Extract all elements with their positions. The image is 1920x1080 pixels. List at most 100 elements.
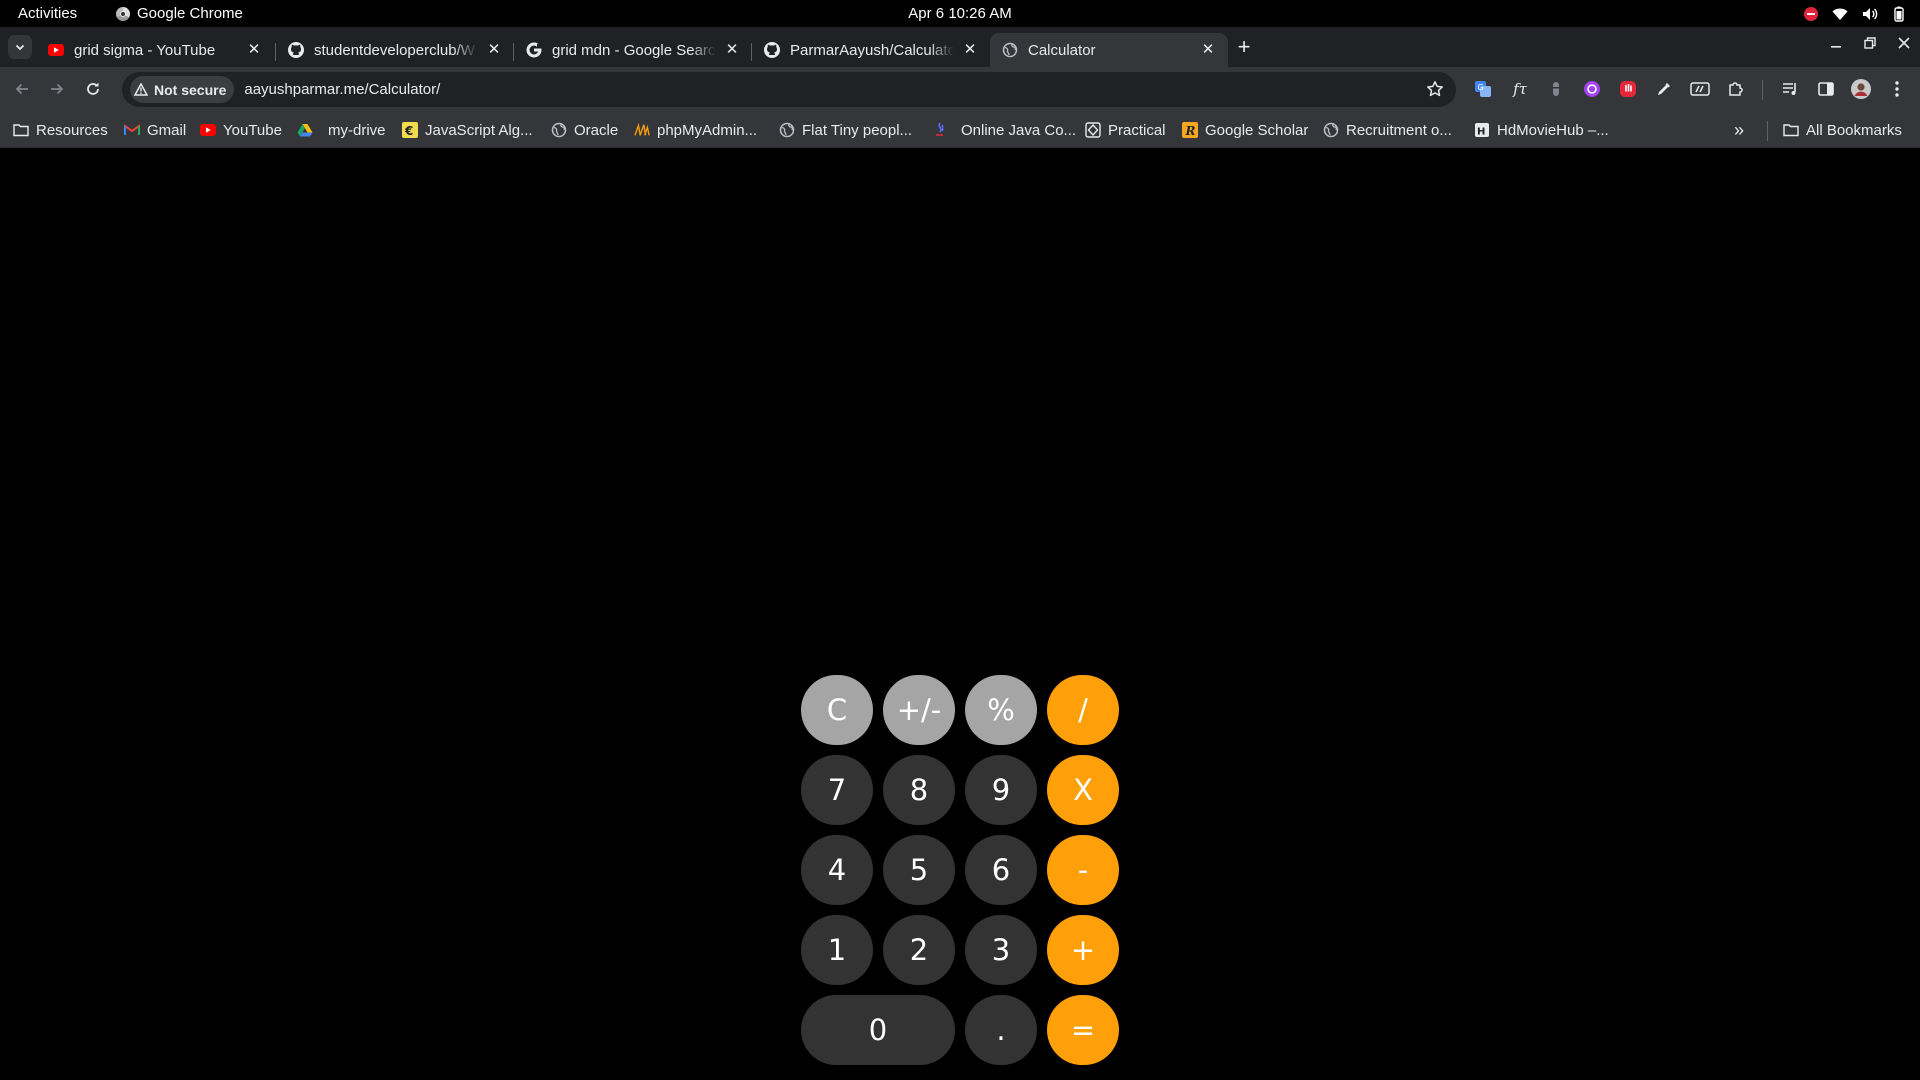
bookmark-label: Resources <box>36 121 108 139</box>
tab-title: studentdeveloperclub/W <box>314 41 475 59</box>
restore-icon[interactable] <box>1862 35 1878 51</box>
bookmark-youtube[interactable]: YouTube <box>200 112 282 148</box>
all-bookmarks-label: All Bookmarks <box>1806 121 1902 139</box>
globe-icon <box>1002 42 1018 58</box>
bookmarks-bar: Resources Gmail YouTube my-drive € JavaS… <box>0 112 1920 148</box>
subtract-button[interactable]: - <box>1047 835 1119 905</box>
digit-8-button[interactable]: 8 <box>883 755 955 825</box>
close-icon[interactable]: ✕ <box>246 42 262 58</box>
tab-grid-mdn-google[interactable]: grid mdn - Google Search ✕ <box>514 33 752 67</box>
equals-button[interactable]: = <box>1047 995 1119 1065</box>
tab-studentdeveloperclub[interactable]: studentdeveloperclub/W ✕ <box>276 33 514 67</box>
translate-extension-icon[interactable]: G <box>1473 79 1493 99</box>
digit-9-button[interactable]: 9 <box>965 755 1037 825</box>
extension-icon-purple[interactable] <box>1582 79 1602 99</box>
bookmark-practical[interactable]: Practical <box>1085 112 1166 148</box>
bookmark-label: Online Java Co... <box>961 121 1077 139</box>
add-button[interactable]: + <box>1047 915 1119 985</box>
bookmark-label: JavaScript Alg... <box>425 121 533 139</box>
extension-icon-red[interactable] <box>1618 79 1638 99</box>
tab-grid-sigma-youtube[interactable]: grid sigma - YouTube ✕ <box>36 33 274 67</box>
bookmark-label: HdMovieHub –... <box>1497 121 1609 139</box>
media-control-icon[interactable] <box>1780 79 1800 99</box>
formula-extension-icon[interactable]: fτ <box>1510 79 1530 99</box>
chrome-menu-icon[interactable] <box>1887 79 1907 99</box>
address-bar[interactable]: Not secure aayushparmar.me/Calculator/ <box>122 72 1456 107</box>
bookmark-javascript-algorithms[interactable]: € JavaScript Alg... <box>402 112 533 148</box>
back-button[interactable] <box>10 77 34 101</box>
digit-2-button[interactable]: 2 <box>883 915 955 985</box>
all-bookmarks-button[interactable]: All Bookmarks <box>1783 112 1902 148</box>
percent-button[interactable]: % <box>965 675 1037 745</box>
multiply-button[interactable]: X <box>1047 755 1119 825</box>
bookmark-google-scholar[interactable]: R Google Scholar <box>1182 112 1308 148</box>
java-icon <box>932 122 948 138</box>
divide-button[interactable]: / <box>1047 675 1119 745</box>
drive-icon <box>297 122 313 138</box>
bookmark-hdmoviehub[interactable]: H HdMovieHub –... <box>1474 112 1609 148</box>
bookmark-phpmyadmin[interactable]: phpMyAdmin... <box>634 112 757 148</box>
side-panel-icon[interactable] <box>1816 79 1836 99</box>
clock[interactable]: Apr 6 10:26 AM <box>908 5 1011 22</box>
phpmyadmin-icon <box>634 122 650 138</box>
forward-button[interactable] <box>45 77 69 101</box>
movie-icon: H <box>1474 122 1490 138</box>
new-tab-button[interactable]: + <box>1233 36 1255 58</box>
globe-icon <box>1323 122 1339 138</box>
security-label: Not secure <box>154 81 227 98</box>
warning-icon <box>134 83 148 96</box>
decimal-button[interactable]: . <box>965 995 1037 1065</box>
profile-avatar[interactable] <box>1851 79 1871 99</box>
close-window-icon[interactable] <box>1896 35 1912 51</box>
scholar-icon: R <box>1182 122 1198 138</box>
tab-title: Calculator <box>1028 41 1096 59</box>
digit-7-button[interactable]: 7 <box>801 755 873 825</box>
activities-button[interactable]: Activities <box>18 5 104 22</box>
youtube-icon <box>48 42 64 58</box>
digit-1-button[interactable]: 1 <box>801 915 873 985</box>
sign-toggle-button[interactable]: +/- <box>883 675 955 745</box>
bookmark-gmail[interactable]: Gmail <box>124 112 186 148</box>
practical-icon <box>1085 122 1101 138</box>
extension-icon-gray[interactable] <box>1546 79 1566 99</box>
tab-calculator[interactable]: Calculator ✕ <box>990 33 1228 67</box>
bookmark-resources[interactable]: Resources <box>13 112 108 148</box>
puzzle-extensions-icon[interactable] <box>1726 79 1746 99</box>
bookmark-label: Flat Tiny peopl... <box>802 121 913 139</box>
close-icon[interactable]: ✕ <box>962 42 978 58</box>
close-icon[interactable]: ✕ <box>1200 42 1216 58</box>
bookmark-recruitment[interactable]: Recruitment o... <box>1323 112 1452 148</box>
tab-search-button[interactable] <box>8 35 32 59</box>
extension-icon-box[interactable] <box>1690 79 1710 99</box>
app-menu[interactable]: Google Chrome <box>116 5 243 22</box>
system-tray[interactable] <box>1804 0 1906 27</box>
bookmark-flat-tiny-people[interactable]: Flat Tiny peopl... <box>779 112 912 148</box>
bookmark-label: YouTube <box>223 121 282 139</box>
clear-button[interactable]: C <box>801 675 873 745</box>
bookmark-label: phpMyAdmin... <box>657 121 758 139</box>
arrow-right-icon <box>51 83 64 95</box>
security-chip[interactable]: Not secure <box>130 76 235 103</box>
arrow-left-icon <box>15 83 28 95</box>
bookmark-online-java-compiler[interactable]: Online Java Co... <box>932 112 1076 148</box>
digit-3-button[interactable]: 3 <box>965 915 1037 985</box>
url-text[interactable]: aayushparmar.me/Calculator/ <box>244 81 440 98</box>
reload-button[interactable] <box>81 77 105 101</box>
bookmark-star-icon[interactable] <box>1426 80 1444 103</box>
bookmark-oracle[interactable]: Oracle <box>551 112 618 148</box>
close-icon[interactable]: ✕ <box>724 42 740 58</box>
tab-title: ParmarAayush/Calculato <box>790 41 954 59</box>
gmail-icon <box>124 122 140 138</box>
eyedropper-extension-icon[interactable] <box>1654 79 1674 99</box>
minimize-icon[interactable] <box>1828 35 1844 51</box>
more-bookmarks-chevron-icon[interactable]: » <box>1734 120 1744 141</box>
js-icon: € <box>402 122 418 138</box>
digit-6-button[interactable]: 6 <box>965 835 1037 905</box>
tab-parmaraayush-calculator[interactable]: ParmarAayush/Calculato ✕ <box>752 33 990 67</box>
tab-strip: grid sigma - YouTube ✕ studentdeveloperc… <box>0 27 1920 67</box>
digit-5-button[interactable]: 5 <box>883 835 955 905</box>
bookmark-my-drive[interactable]: my-drive <box>297 112 386 148</box>
digit-4-button[interactable]: 4 <box>801 835 873 905</box>
close-icon[interactable]: ✕ <box>486 42 502 58</box>
digit-0-button[interactable]: 0 <box>801 995 955 1065</box>
